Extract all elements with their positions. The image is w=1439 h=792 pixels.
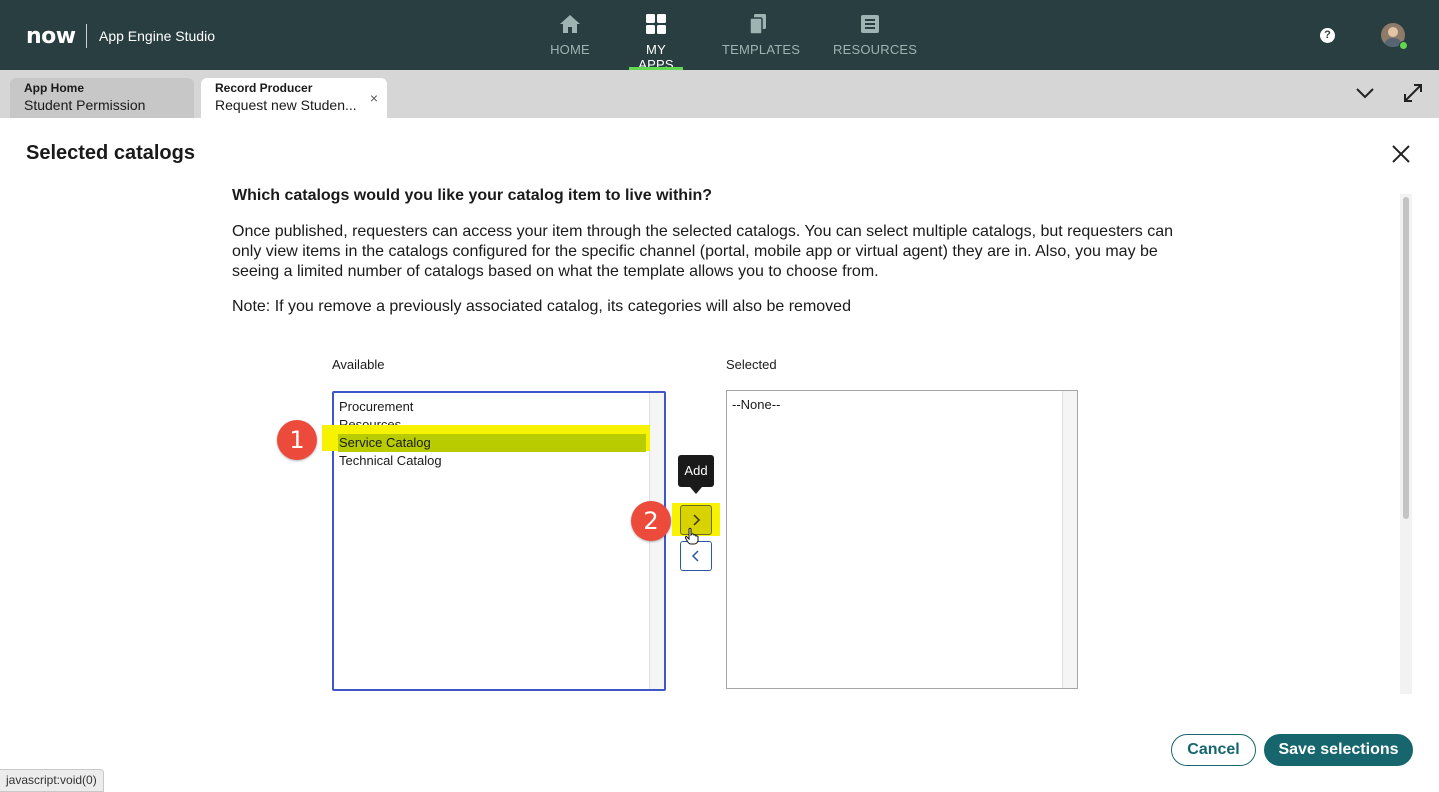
help-icon[interactable]: ? [1320, 28, 1335, 43]
catalog-question: Which catalogs would you like your catal… [232, 187, 713, 204]
tab-app-home[interactable]: App Home Student Permission [10, 78, 194, 118]
save-selections-button[interactable]: Save selections [1264, 734, 1413, 766]
nav-home-label: HOME [550, 42, 590, 57]
nav-home[interactable]: HOME [550, 12, 590, 70]
cancel-button[interactable]: Cancel [1171, 734, 1256, 766]
catalog-note: Note: If you remove a previously associa… [232, 298, 851, 315]
top-navigation-bar: now App Engine Studio HOME MY APPS TEMPL… [0, 0, 1439, 72]
app-name: App Engine Studio [99, 28, 215, 44]
modal-title: Selected catalogs [26, 142, 195, 164]
resources-icon [860, 15, 879, 33]
remove-button[interactable] [680, 541, 712, 571]
list-item[interactable]: --None-- [732, 397, 780, 412]
available-catalogs-list[interactable]: Procurement Resources Service Catalog Te… [322, 391, 666, 691]
add-tooltip: Add [678, 455, 714, 494]
status-bar: javascript:void(0) [0, 769, 104, 792]
nav-templates[interactable]: TEMPLATES [722, 12, 801, 70]
modal-scrollbar-thumb[interactable] [1403, 197, 1409, 519]
home-icon [560, 15, 580, 33]
chevron-down-icon[interactable] [1354, 84, 1376, 102]
logo-divider [86, 24, 87, 48]
list-item[interactable]: Technical Catalog [339, 453, 442, 468]
close-icon[interactable] [1389, 142, 1413, 166]
tab-title: Request new Studen... [215, 97, 357, 113]
tab-close-icon[interactable]: × [370, 90, 378, 106]
nav-resources[interactable]: RESOURCES [833, 12, 918, 70]
nav-my-apps[interactable]: MY APPS [629, 12, 683, 72]
tab-title: Student Permission [24, 97, 146, 113]
list-item[interactable]: Procurement [339, 399, 413, 414]
list-item-selected[interactable]: Service Catalog [339, 435, 431, 450]
tab-record-producer[interactable]: Record Producer Request new Studen... × [201, 78, 387, 118]
nav-my-apps-label: MY APPS [638, 42, 674, 72]
templates-icon [748, 14, 766, 35]
servicenow-logo[interactable]: now [26, 24, 76, 49]
expand-icon[interactable] [1402, 82, 1424, 104]
hand-cursor-icon [684, 527, 699, 545]
list-scrollbar[interactable] [1062, 391, 1077, 688]
grid-icon [646, 14, 666, 34]
tab-type-label: Record Producer [215, 81, 313, 95]
list-scrollbar[interactable] [649, 393, 664, 689]
selected-catalogs-list[interactable]: --None-- [726, 390, 1078, 689]
online-status-dot [1399, 41, 1408, 50]
tab-type-label: App Home [24, 81, 84, 95]
tab-bar: App Home Student Permission Record Produ… [0, 70, 1439, 118]
step-badge-2: 2 [631, 501, 671, 541]
selected-label: Selected [726, 357, 777, 372]
chevron-left-icon [691, 550, 699, 562]
chevron-right-icon [693, 514, 701, 526]
step-badge-1: 1 [277, 420, 317, 460]
nav-templates-label: TEMPLATES [722, 42, 801, 57]
nav-resources-label: RESOURCES [833, 42, 918, 57]
catalog-description: Once published, requesters can access yo… [232, 223, 1173, 280]
available-label: Available [332, 357, 385, 372]
